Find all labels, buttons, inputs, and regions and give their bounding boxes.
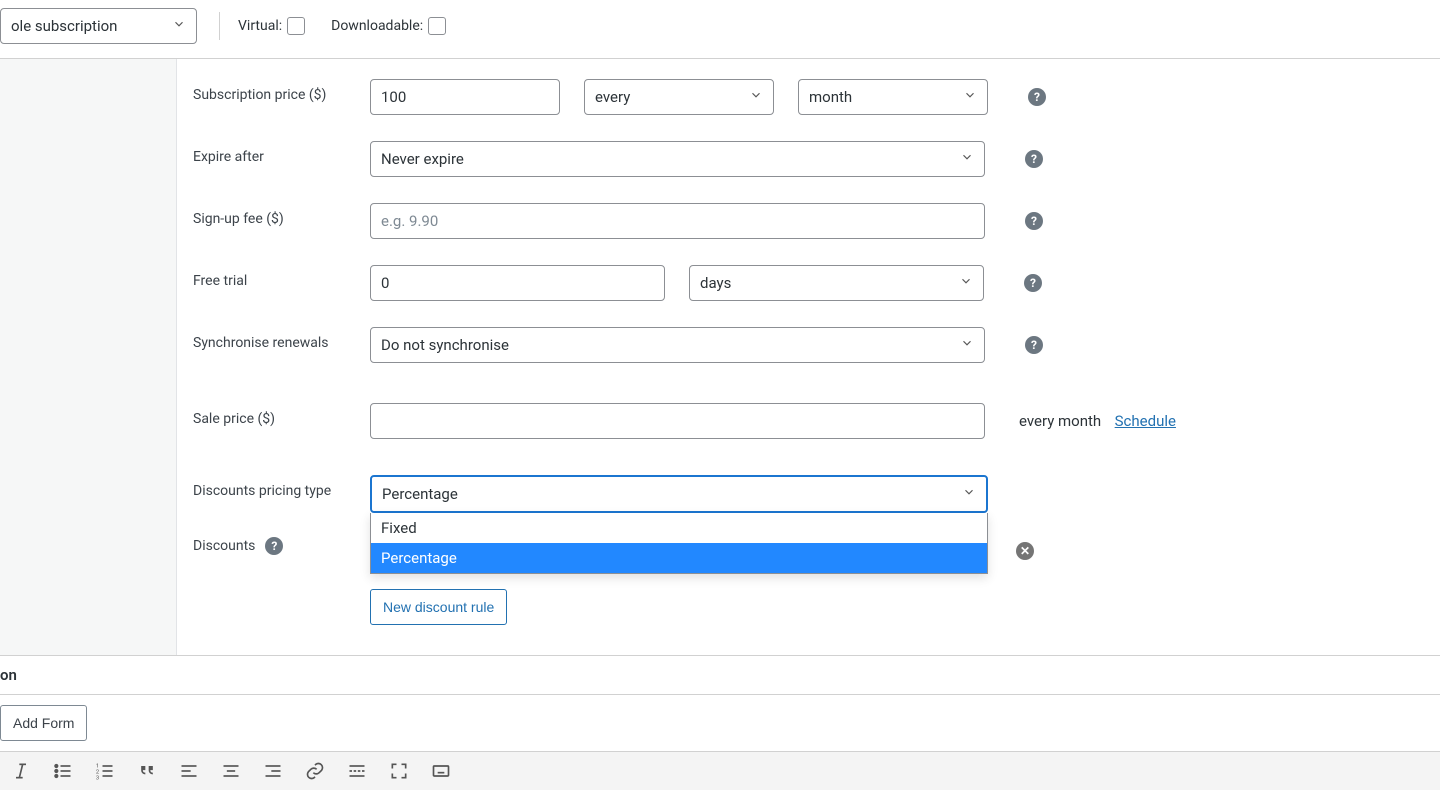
subscription-price-input[interactable]: 100 [370,79,560,115]
help-icon[interactable]: ? [265,537,283,555]
chevron-down-icon [962,485,976,503]
description-panel: on Add Form 123 [0,655,1440,790]
free-trial-unit-select[interactable]: days [689,265,984,301]
align-right-icon[interactable] [262,760,284,782]
expire-after-label: Expire after [193,141,370,165]
help-icon[interactable]: ? [1028,88,1046,106]
discount-type-option-percentage[interactable]: Percentage [371,543,987,573]
virtual-label: Virtual: [238,17,305,35]
signup-fee-label: Sign-up fee ($) [193,203,370,227]
discount-type-select[interactable]: Percentage Fixed Percentage [370,475,988,513]
link-icon[interactable] [304,760,326,782]
numbered-list-icon[interactable]: 123 [94,760,116,782]
discount-type-row: Discounts pricing type Percentage Fixed … [193,475,1424,513]
discount-type-dropdown: Fixed Percentage [370,513,988,574]
downloadable-checkbox[interactable] [428,17,446,35]
main-panel: Subscription price ($) 100 every month ?… [0,59,1440,655]
divider [219,12,220,40]
sale-price-row: Sale price ($) every month Schedule [193,403,1424,439]
fullscreen-icon[interactable] [388,760,410,782]
help-icon[interactable]: ? [1024,274,1042,292]
chevron-down-icon [960,336,974,354]
new-discount-rule-button[interactable]: New discount rule [370,589,507,625]
help-icon[interactable]: ? [1025,212,1043,230]
discount-type-label: Discounts pricing type [193,475,370,499]
subscription-price-row: Subscription price ($) 100 every month ? [193,79,1424,115]
chevron-down-icon [749,88,763,106]
italic-icon[interactable] [10,760,32,782]
discount-type-option-fixed[interactable]: Fixed [371,513,987,543]
schedule-link[interactable]: Schedule [1115,412,1176,430]
billing-frequency-select[interactable]: every [584,79,774,115]
chevron-down-icon [963,88,977,106]
product-type-select[interactable]: ole subscription [0,8,197,44]
sync-renewals-label: Synchronise renewals [193,327,370,351]
new-discount-row: New discount rule [370,589,1424,625]
virtual-checkbox[interactable] [287,17,305,35]
align-center-icon[interactable] [220,760,242,782]
free-trial-row: Free trial 0 days ? [193,265,1424,301]
form-panel: Subscription price ($) 100 every month ?… [177,59,1440,655]
insert-more-icon[interactable] [346,760,368,782]
sale-price-suffix: every month Schedule [1019,412,1176,430]
add-form-button[interactable]: Add Form [0,705,87,741]
help-icon[interactable]: ? [1025,150,1043,168]
bullet-list-icon[interactable] [52,760,74,782]
expire-after-row: Expire after Never expire ? [193,141,1424,177]
discounts-label: Discounts ? [193,533,370,555]
chevron-down-icon [172,17,186,35]
sale-price-input[interactable] [370,403,985,439]
description-panel-title: on [0,656,1440,695]
quote-icon[interactable] [136,760,158,782]
keyboard-icon[interactable] [430,760,452,782]
downloadable-label: Downloadable: [331,17,446,35]
align-left-icon[interactable] [178,760,200,782]
signup-fee-row: Sign-up fee ($) e.g. 9.90 ? [193,203,1424,239]
subscription-price-label: Subscription price ($) [193,79,370,103]
chevron-down-icon [960,150,974,168]
billing-period-select[interactable]: month [798,79,988,115]
expire-after-select[interactable]: Never expire [370,141,985,177]
product-type-value: ole subscription [11,17,117,35]
free-trial-input[interactable]: 0 [370,265,665,301]
help-icon[interactable]: ? [1025,336,1043,354]
sync-renewals-row: Synchronise renewals Do not synchronise … [193,327,1424,363]
remove-discount-icon[interactable]: ✕ [1016,542,1034,560]
sidebar [0,59,177,655]
free-trial-label: Free trial [193,265,370,289]
product-type-bar: ole subscription Virtual: Downloadable: [0,0,1440,59]
sale-price-label: Sale price ($) [193,403,370,427]
svg-text:3: 3 [96,775,99,781]
signup-fee-input[interactable]: e.g. 9.90 [370,203,985,239]
chevron-down-icon [959,274,973,292]
sync-renewals-select[interactable]: Do not synchronise [370,327,985,363]
editor-toolbar: 123 [0,751,1440,790]
